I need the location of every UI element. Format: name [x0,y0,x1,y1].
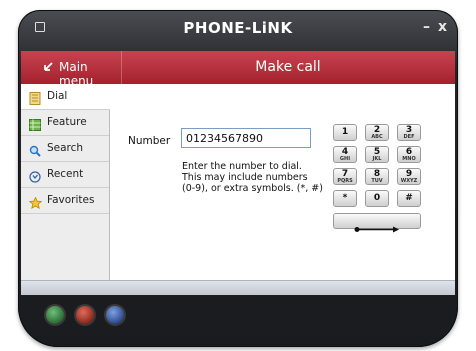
key-7[interactable]: 7 PQRS [333,168,357,185]
main-menu-button[interactable]: Main menu [21,51,121,88]
search-icon [29,142,41,157]
screen-title: Make call [255,59,321,75]
title-bar[interactable]: PHONE-LiNK – x [18,10,458,50]
recent-icon [29,168,41,183]
minimize-button[interactable]: – [423,19,430,35]
dial-call-button[interactable] [333,213,421,233]
dial-arrow-icon [334,214,420,237]
key-6[interactable]: 6 MNO [397,146,421,163]
hold-call-icon[interactable] [106,306,124,324]
window-title: PHONE-LiNK [183,19,293,37]
dial-helper-text: Enter the number to dial. This may inclu… [182,161,323,194]
sidebar-item-label: Feature [47,116,87,128]
sidebar-item-recent[interactable]: Recent [21,162,109,188]
key-3[interactable]: 3 DEF [397,124,421,141]
helper-line: This may include numbers [182,172,308,183]
status-bar [21,280,455,295]
number-label: Number [128,135,171,147]
feature-grid-icon [29,116,41,131]
helper-line: Enter the number to dial. [182,161,302,172]
sidebar: Dial Feature Search Recent Favorites [21,84,110,280]
close-button[interactable]: x [438,19,447,35]
key-8[interactable]: 8 TUV [365,168,389,185]
key-9[interactable]: 9 WXYZ [397,168,421,185]
back-arrow-icon [43,61,55,76]
sidebar-item-label: Favorites [47,194,95,206]
key-4[interactable]: 4 GHI [333,146,357,163]
hangup-call-icon[interactable] [76,306,94,324]
key-star[interactable]: * [333,190,357,207]
answer-call-icon[interactable] [46,306,64,324]
number-input[interactable] [181,128,311,148]
sidebar-item-label: Search [47,142,84,154]
sidebar-item-label: Dial [47,90,68,102]
key-0[interactable]: 0 [365,190,389,207]
key-hash[interactable]: # [397,190,421,207]
sidebar-item-label: Recent [47,168,84,180]
sidebar-item-feature[interactable]: Feature [21,110,109,136]
key-5[interactable]: 5 JKL [365,146,389,163]
sidebar-item-dial[interactable]: Dial [21,84,110,110]
sidebar-item-favorites[interactable]: Favorites [21,188,109,214]
star-icon [28,194,43,210]
header-bar: Main menu Make call [21,51,455,88]
dialpad-icon [29,90,41,105]
helper-line: (0-9), or extra symbols. (*, #) [182,183,323,194]
key-2[interactable]: 2 ABC [365,124,389,141]
phone-link-window: PHONE-LiNK – x Main menu Make call Dial [18,10,458,347]
dial-panel: Number Enter the number to dial. This ma… [110,84,455,280]
sidebar-item-search[interactable]: Search [21,136,109,162]
key-1[interactable]: 1 [333,124,357,141]
app-screen: Main menu Make call Dial Feature Search … [21,51,455,295]
